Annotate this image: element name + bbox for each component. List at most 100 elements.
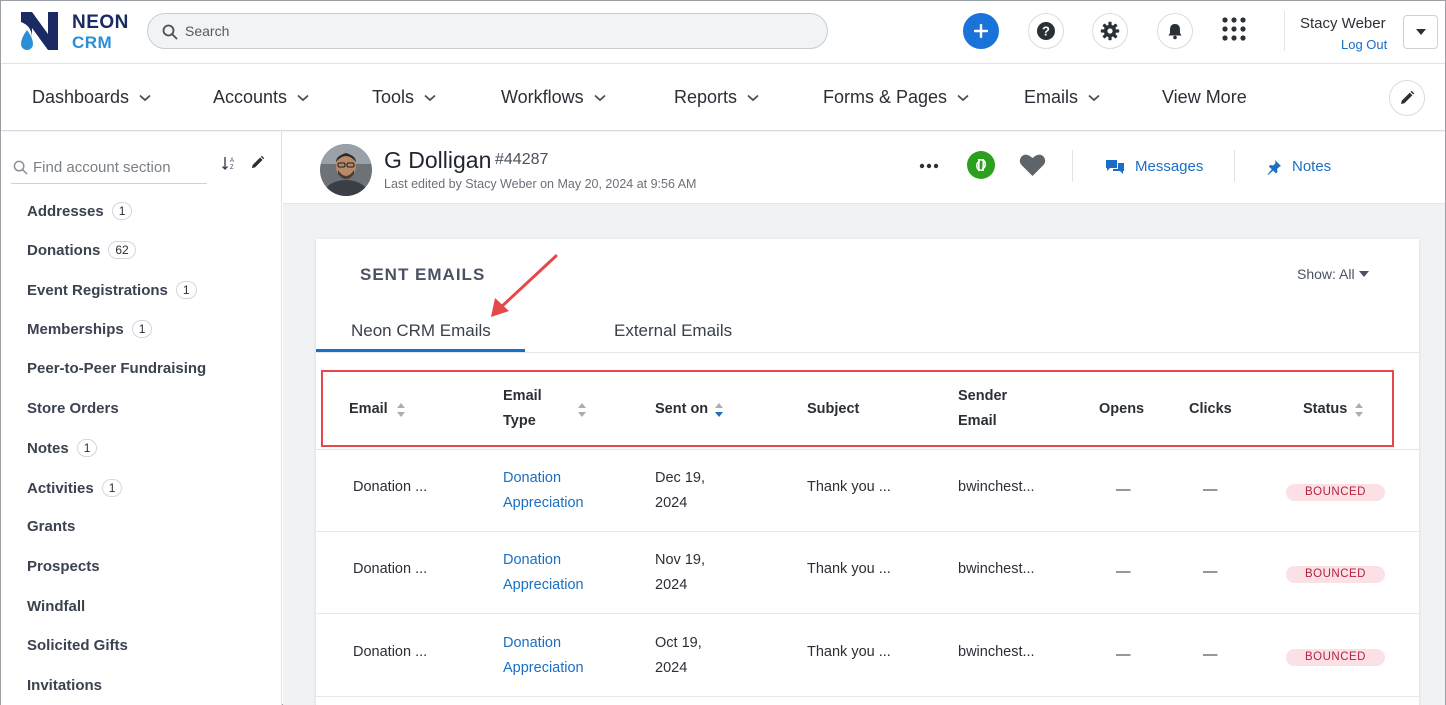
help-button[interactable]: ? (1028, 13, 1064, 49)
sort-sections-button[interactable]: A Z (221, 155, 237, 176)
subject-cell: Thank you ... (807, 479, 891, 495)
status-badge: BOUNCED (1286, 649, 1385, 666)
nav-view-more[interactable]: View More (1162, 87, 1247, 108)
count-badge: 1 (111, 202, 133, 220)
col-header-email[interactable]: Email (349, 397, 388, 422)
col-header-clicks: Clicks (1189, 401, 1232, 417)
caret-down-icon (1358, 271, 1369, 277)
more-actions-button[interactable] (917, 154, 941, 183)
sidebar-item-solicited-gifts[interactable]: Solicited Gifts (27, 637, 128, 654)
section-search-input[interactable] (33, 156, 203, 178)
neon-logo-icon (21, 12, 58, 50)
email-type-link[interactable]: Donation Appreciation (503, 631, 584, 681)
col-header-subject: Subject (807, 401, 860, 417)
sender-cell: bwinchest... (958, 644, 1035, 660)
sidebar-item-windfall[interactable]: Windfall (27, 598, 85, 615)
nav-tools-label: Tools (372, 87, 415, 107)
sidebar-item-event-registrations[interactable]: Event Registrations 1 (27, 281, 197, 299)
tab-external-emails[interactable]: External Emails (614, 321, 732, 341)
sidebar-item-grants[interactable]: Grants (27, 518, 75, 535)
nav-emails-label: Emails (1024, 87, 1079, 107)
pencil-icon (251, 155, 265, 169)
email-cell: Donation ... (353, 561, 428, 577)
col-header-sent-on[interactable]: Sent on (655, 397, 708, 422)
col-header-sender-line1: Sender (958, 388, 1008, 404)
add-button[interactable] (963, 13, 999, 49)
sent-emails-card: SENT EMAILS Show: All Neon CRM Emails Ex… (316, 239, 1419, 705)
sidebar-item-label: Activities (27, 479, 94, 497)
section-search[interactable] (11, 152, 207, 184)
email-type-link[interactable]: Donation Appreciation (503, 466, 584, 516)
sidebar-item-label: Donations (27, 241, 101, 259)
logout-link[interactable]: Log Out (1341, 37, 1387, 52)
sort-active-icon[interactable] (714, 402, 724, 418)
search-input[interactable] (185, 14, 805, 48)
edit-nav-button[interactable] (1389, 80, 1425, 116)
email-type-line1: Donation (503, 552, 562, 568)
sidebar-item-store-orders[interactable]: Store Orders (27, 400, 119, 417)
logo-text-neon: NEON (72, 12, 129, 33)
neon-crm-logo[interactable]: NEON CRM (18, 8, 133, 56)
sender-cell: bwinchest... (958, 561, 1035, 577)
messages-label: Messages (1135, 158, 1204, 175)
nav-dashboards[interactable]: Dashboards (32, 87, 151, 108)
notes-link[interactable]: Notes (1266, 158, 1331, 175)
sidebar-item-memberships[interactable]: Memberships 1 (27, 320, 153, 338)
sidebar-item-notes[interactable]: Notes 1 (27, 439, 98, 457)
card-title: SENT EMAILS (360, 265, 486, 284)
show-filter-dropdown[interactable]: Show: All (1297, 266, 1369, 282)
tabs-divider (316, 352, 1419, 353)
pencil-icon (1401, 90, 1415, 104)
account-sidebar: A Z Addresses 1 Donations 62 Event Regis… (1, 132, 282, 705)
sort-icon[interactable] (1354, 402, 1364, 418)
heart-icon (1019, 154, 1046, 176)
sidebar-item-donations[interactable]: Donations 62 (27, 241, 136, 259)
count-badge: 1 (175, 281, 197, 299)
user-menu-dropdown[interactable] (1403, 15, 1438, 49)
apps-grid-button[interactable] (1221, 16, 1247, 47)
col-header-email-type[interactable]: Email Type (503, 384, 542, 434)
sidebar-item-invitations[interactable]: Invitations (27, 677, 102, 694)
sidebar-item-addresses[interactable]: Addresses 1 (27, 202, 133, 220)
clicks-cell: — (1203, 482, 1218, 498)
nav-forms-pages[interactable]: Forms & Pages (823, 87, 969, 108)
sent-on-cell: Dec 19, 2024 (655, 466, 705, 516)
email-type-link[interactable]: Donation Appreciation (503, 548, 584, 598)
sort-icon[interactable] (396, 402, 406, 418)
nav-workflows[interactable]: Workflows (501, 87, 606, 108)
sidebar-item-label: Memberships (27, 320, 124, 338)
nav-reports[interactable]: Reports (674, 87, 759, 108)
header-divider (316, 449, 1419, 450)
nav-workflows-label: Workflows (501, 87, 584, 107)
nav-tools[interactable]: Tools (372, 87, 436, 108)
sent-on-line1: Nov 19, (655, 552, 705, 568)
sidebar-item-prospects[interactable]: Prospects (27, 558, 100, 575)
sender-cell: bwinchest... (958, 479, 1035, 495)
sidebar-item-activities[interactable]: Activities 1 (27, 479, 123, 497)
subject-cell: Thank you ... (807, 644, 891, 660)
sort-icon[interactable] (577, 402, 587, 418)
nav-accounts[interactable]: Accounts (213, 87, 309, 108)
col-header-status[interactable]: Status (1303, 397, 1347, 422)
quickbooks-icon (967, 151, 995, 179)
opens-cell: — (1116, 482, 1131, 498)
header-divider (1234, 150, 1235, 182)
messages-link[interactable]: Messages (1105, 158, 1203, 175)
sidebar-item-label: Windfall (27, 598, 86, 615)
global-search[interactable] (147, 13, 828, 49)
col-header-sender-line2: Email (958, 413, 997, 429)
count-badge: 1 (131, 320, 153, 338)
favorite-button[interactable] (1019, 153, 1046, 182)
sent-on-line2: 2024 (655, 577, 688, 593)
email-cell: Donation ... (353, 479, 428, 495)
nav-emails[interactable]: Emails (1024, 87, 1100, 108)
col-header-opens: Opens (1099, 401, 1145, 417)
quickbooks-button[interactable] (967, 151, 995, 184)
edit-sections-button[interactable] (250, 155, 265, 175)
settings-button[interactable] (1092, 13, 1128, 49)
sidebar-item-label: Invitations (27, 677, 103, 694)
notifications-button[interactable] (1157, 13, 1193, 49)
tab-neon-crm-emails[interactable]: Neon CRM Emails (351, 321, 491, 341)
svg-text:A: A (230, 158, 234, 164)
sidebar-item-peer-to-peer[interactable]: Peer-to-Peer Fundraising (27, 360, 206, 377)
